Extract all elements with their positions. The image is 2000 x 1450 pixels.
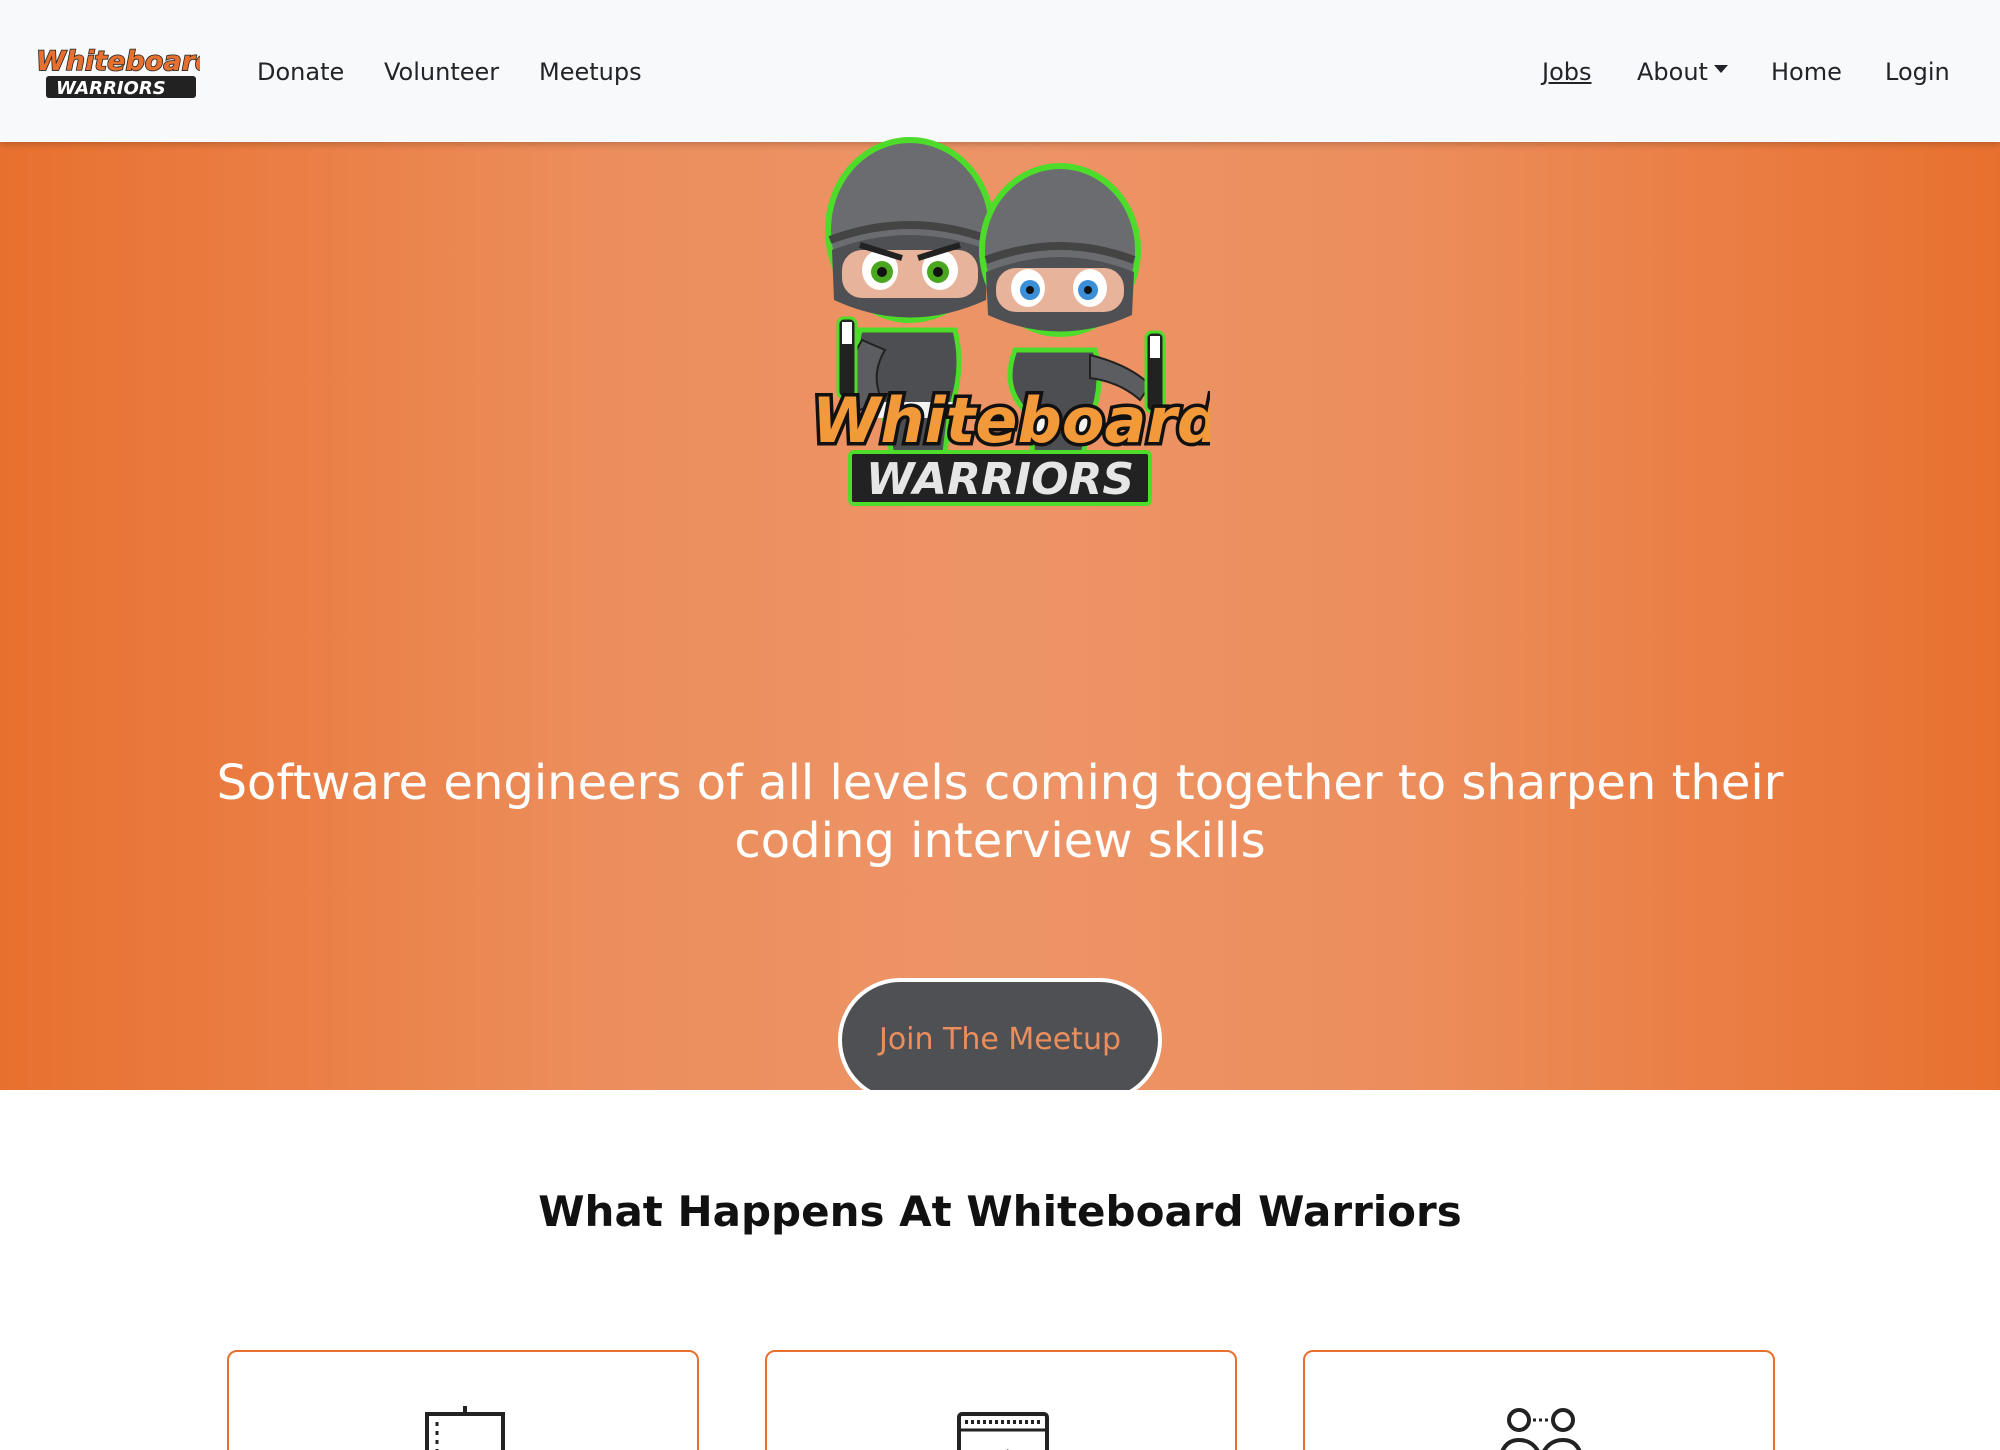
nav-home[interactable]: Home [1771,52,1842,92]
hero-logo-line2: WARRIORS [866,454,1134,505]
svg-text:WARRIORS: WARRIORS [56,78,166,99]
whiteboard-icon [425,1406,505,1450]
feature-card-whiteboard [227,1350,699,1450]
nav-meetups[interactable]: Meetups [539,52,642,92]
hero-logo-line1: Whiteboard [812,384,1210,457]
code-window-icon [957,1412,1049,1450]
brand-logo[interactable]: Whiteboard WARRIORS [32,40,200,102]
nav-about-dropdown[interactable]: About [1637,52,1728,92]
pair-programming-icon [1500,1408,1582,1450]
caret-down-icon [1713,65,1728,73]
nav-donate[interactable]: Donate [257,52,344,92]
svg-text:Whiteboard: Whiteboard [36,46,200,77]
feature-card-coding [765,1350,1237,1450]
nav-volunteer[interactable]: Volunteer [384,52,499,92]
feature-card-pairing [1303,1350,1775,1450]
section-title: What Happens At Whiteboard Warriors [538,1187,1462,1236]
nav-jobs[interactable]: Jobs [1542,52,1592,92]
join-meetup-button[interactable]: Join The Meetup [838,978,1162,1090]
hero-tagline: Software engineers of all levels coming … [216,755,1784,869]
nav-about-label: About [1637,58,1708,86]
nav-login[interactable]: Login [1885,52,1950,92]
hero-logo-wordmark: Whiteboard WARRIORS [809,381,1210,506]
hero-logo: Whiteboard WARRIORS [809,137,1210,506]
